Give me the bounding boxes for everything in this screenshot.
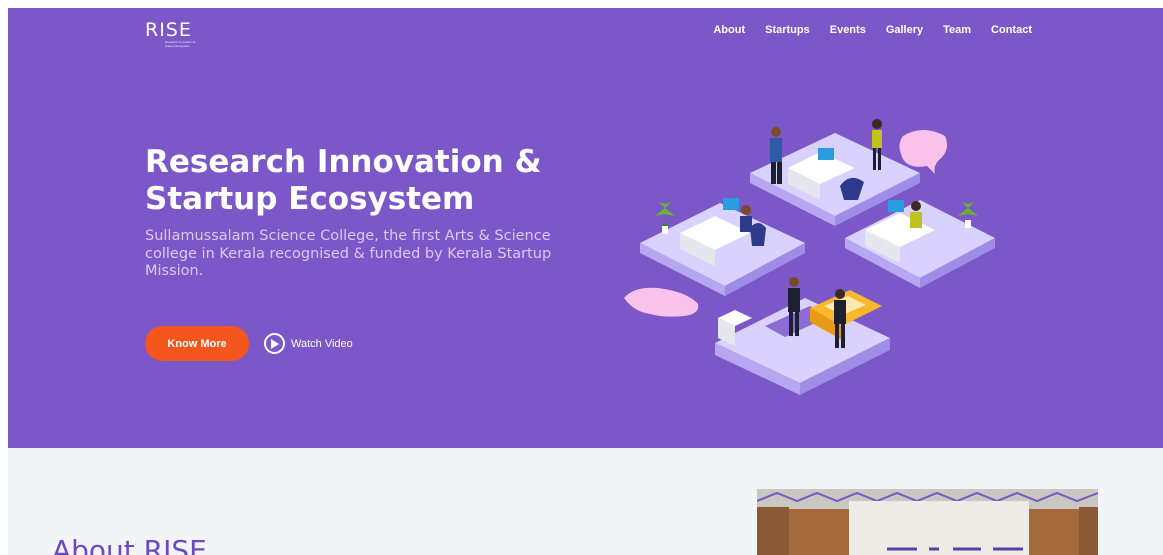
about-section: About RISE: [8, 448, 1163, 555]
nav-about[interactable]: About: [713, 24, 745, 36]
hero-subtitle: Sullamussalam Science College, the first…: [145, 228, 552, 279]
play-circle-icon: [264, 333, 285, 354]
main-nav: About Startups Events Gallery Team Conta…: [713, 24, 1032, 36]
nav-contact[interactable]: Contact: [991, 24, 1032, 36]
watch-video-label: Watch Video: [291, 337, 353, 350]
nav-startups[interactable]: Startups: [765, 24, 810, 36]
platform-left: [640, 203, 805, 296]
nav-events[interactable]: Events: [830, 24, 866, 36]
nav-gallery[interactable]: Gallery: [886, 24, 923, 36]
know-more-button[interactable]: Know More: [145, 326, 249, 361]
site-logo[interactable]: RISE Research Innovation & Startup Ecosy…: [145, 20, 205, 54]
hero-title: Research Innovation & Startup Ecosystem: [145, 144, 542, 217]
office-isometric-illustration: [624, 119, 995, 395]
hero-section: RISE Research Innovation & Startup Ecosy…: [8, 8, 1163, 448]
logo-mark: RISE: [145, 19, 192, 41]
watch-video-link[interactable]: Watch Video: [264, 333, 353, 354]
about-photo: [757, 489, 1098, 555]
logo-tagline: Research Innovation & Startup Ecosystem: [165, 40, 196, 48]
about-title: About RISE: [52, 534, 207, 555]
nav-team[interactable]: Team: [943, 24, 971, 36]
